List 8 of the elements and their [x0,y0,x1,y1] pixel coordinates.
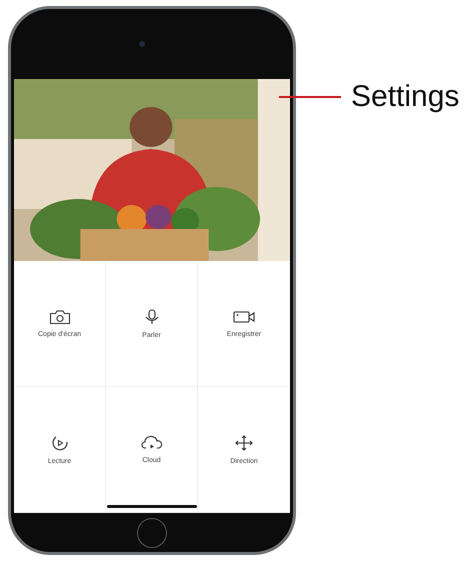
move-arrows-icon [233,434,255,452]
video-camera-icon [233,309,255,325]
leader-line [279,96,341,98]
camera-icon [48,309,70,325]
cloud-play-icon [140,435,162,451]
annotation-label: Settings [351,80,460,114]
front-camera-icon [139,41,145,47]
home-button[interactable] [137,518,167,548]
